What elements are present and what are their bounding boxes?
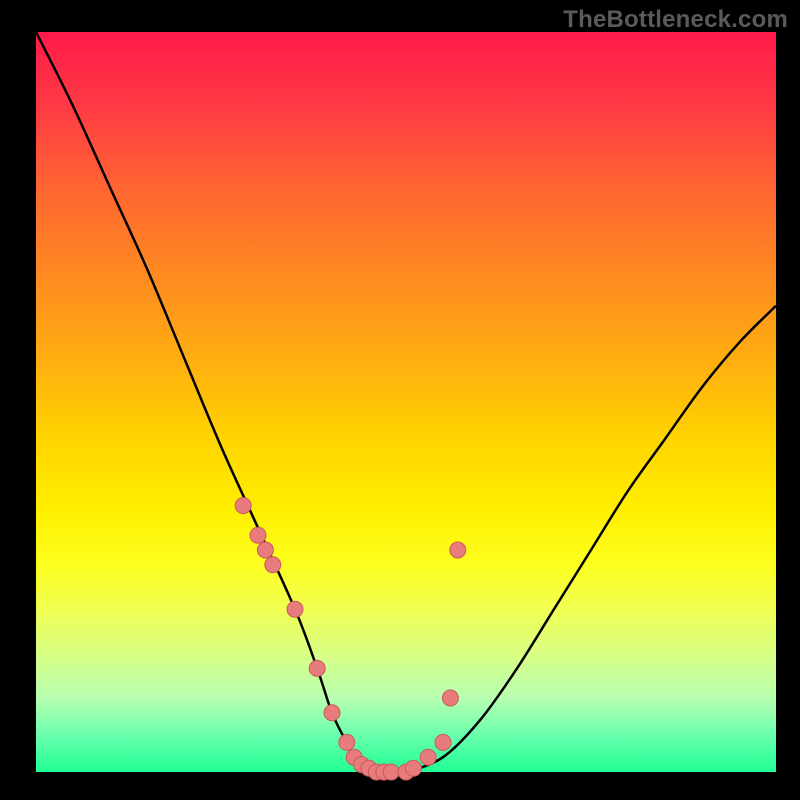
watermark-text: TheBottleneck.com <box>563 6 788 34</box>
plot-gradient-background <box>36 32 776 772</box>
chart-frame: TheBottleneck.com <box>0 0 800 800</box>
